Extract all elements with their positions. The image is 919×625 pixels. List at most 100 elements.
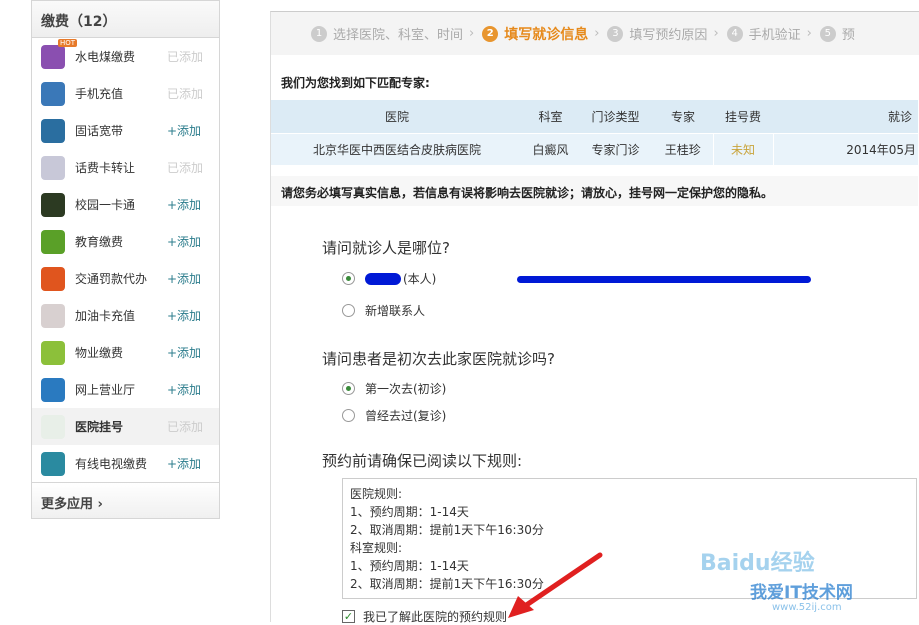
step-3: 3 填写预约原因 bbox=[607, 24, 707, 43]
sidebar-item[interactable]: HOT 水电煤缴费 已添加 bbox=[32, 38, 219, 75]
col-expert: 专家 bbox=[653, 100, 713, 133]
radio-first-visit[interactable]: 第一次去(初诊) bbox=[342, 380, 446, 397]
radio-self[interactable]: (本人) bbox=[342, 270, 436, 287]
sidebar-item-label: 加油卡充值 bbox=[75, 309, 136, 323]
sidebar-item[interactable]: 手机充值 已添加 bbox=[32, 75, 219, 112]
step-progress: 1 选择医院、科室、时间 › 2 填写就诊信息 › 3 填写预约原因 › 4 手机验证 › 5 预 bbox=[271, 12, 919, 55]
col-type: 门诊类型 bbox=[578, 100, 653, 133]
step-number: 4 bbox=[726, 25, 743, 42]
rules-heading: 预约前请确保已阅读以下规则: bbox=[322, 452, 523, 470]
sidebar-item[interactable]: 校园一卡通 +添加 bbox=[32, 186, 219, 223]
found-title: 我们为您找到如下匹配专家: bbox=[281, 76, 430, 90]
sidebar-item[interactable]: 交通罚款代办 +添加 bbox=[32, 260, 219, 297]
property-icon bbox=[41, 340, 65, 365]
radio-icon[interactable] bbox=[342, 304, 355, 317]
sidebar-item[interactable]: 网上营业厅 +添加 bbox=[32, 371, 219, 408]
col-department: 科室 bbox=[523, 100, 578, 133]
add-button[interactable]: +添加 bbox=[167, 122, 219, 139]
site-watermark: 我爱IT技术网 bbox=[750, 583, 853, 603]
chevron-right-icon: › bbox=[713, 26, 719, 41]
hospital-icon bbox=[41, 414, 65, 439]
new-contact-label: 新增联系人 bbox=[365, 304, 426, 318]
rule-line: 1、预约周期：1-14天 bbox=[350, 505, 469, 519]
step-number: 5 bbox=[819, 25, 836, 42]
payment-sidebar: 缴费（12） HOT 水电煤缴费 已添加 手机充值 已添加 固话宽带 +添加 话费卡转让 已添加… bbox=[31, 0, 220, 519]
add-button[interactable]: +添加 bbox=[167, 381, 219, 398]
sidebar-item[interactable]: 有线电视缴费 +添加 bbox=[32, 445, 219, 482]
add-button[interactable]: +添加 bbox=[167, 307, 219, 324]
tv-icon bbox=[41, 451, 65, 476]
table-row: 北京华医中西医结合皮肤病医院 白癜风 专家门诊 王桂珍 未知 2014年05月 bbox=[271, 132, 918, 165]
utilities-icon bbox=[41, 44, 65, 69]
redacted-info bbox=[517, 276, 811, 283]
sidebar-item[interactable]: 医院挂号 已添加 bbox=[32, 408, 219, 445]
sidebar-item[interactable]: 物业缴费 +添加 bbox=[32, 334, 219, 371]
step-1: 1 选择医院、科室、时间 bbox=[311, 24, 463, 43]
cell-type: 专家门诊 bbox=[578, 132, 653, 165]
radio-return-visit[interactable]: 曾经去过(复诊) bbox=[342, 407, 446, 424]
added-status: 已添加 bbox=[167, 161, 204, 175]
sidebar-item-label: 固话宽带 bbox=[75, 124, 124, 138]
question-patient: 请问就诊人是哪位? bbox=[322, 239, 450, 257]
mobile-phone-icon bbox=[41, 81, 65, 106]
agree-label: 我已了解此医院的预约规则 bbox=[363, 610, 508, 624]
campus-card-icon bbox=[41, 192, 65, 217]
add-button[interactable]: +添加 bbox=[167, 233, 219, 250]
chevron-right-icon: › bbox=[97, 497, 103, 512]
online-hall-icon bbox=[41, 377, 65, 402]
privacy-warning: 请您务必填写真实信息，若信息有误将影响去医院就诊；请放心，挂号网一定保护您的隐私… bbox=[271, 176, 918, 206]
step-number: 3 bbox=[607, 25, 624, 42]
sidebar-item[interactable]: 教育缴费 +添加 bbox=[32, 223, 219, 260]
chevron-right-icon: › bbox=[469, 26, 475, 41]
checkbox-checked-icon[interactable]: ✓ bbox=[342, 610, 355, 623]
add-button[interactable]: +添加 bbox=[167, 196, 219, 213]
sidebar-item-label: 校园一卡通 bbox=[75, 198, 136, 212]
first-visit-label: 第一次去(初诊) bbox=[365, 382, 447, 396]
add-button[interactable]: +添加 bbox=[167, 344, 219, 361]
fuel-card-icon bbox=[41, 303, 65, 328]
traffic-fine-icon bbox=[41, 266, 65, 291]
radio-selected-icon[interactable] bbox=[342, 272, 355, 285]
step-4: 4 手机验证 bbox=[726, 24, 801, 43]
added-status: 已添加 bbox=[167, 50, 204, 64]
add-button[interactable]: +添加 bbox=[167, 455, 219, 472]
sidebar-item-label: 交通罚款代办 bbox=[75, 272, 148, 286]
step-label: 选择医院、科室、时间 bbox=[333, 28, 464, 43]
sidebar-item-label: 水电煤缴费 bbox=[75, 50, 136, 64]
sidebar-item[interactable]: 话费卡转让 已添加 bbox=[32, 149, 219, 186]
cell-expert: 王桂珍 bbox=[653, 132, 713, 165]
question-first-visit: 请问患者是初次去此家医院就诊吗? bbox=[322, 350, 555, 368]
col-hospital: 医院 bbox=[271, 100, 523, 133]
rule-line: 科室规则: bbox=[350, 541, 403, 555]
agree-checkbox[interactable]: ✓ 我已了解此医院的预约规则 bbox=[342, 608, 507, 625]
step-number: 1 bbox=[311, 25, 327, 42]
cell-department: 白癜风 bbox=[523, 132, 578, 165]
radio-selected-icon[interactable] bbox=[342, 382, 355, 395]
step-label: 填写预约原因 bbox=[629, 28, 708, 43]
cell-date: 2014年05月 bbox=[773, 132, 918, 165]
radio-icon[interactable] bbox=[342, 409, 355, 422]
cell-hospital: 北京华医中西医结合皮肤病医院 bbox=[271, 132, 523, 165]
baidu-watermark: Baidu经验 bbox=[700, 551, 815, 576]
sidebar-title: 缴费（12） bbox=[32, 1, 219, 38]
sidebar-item[interactable]: 固话宽带 +添加 bbox=[32, 112, 219, 149]
step-2: 2 填写就诊信息 bbox=[482, 24, 588, 44]
radio-new-contact[interactable]: 新增联系人 bbox=[342, 302, 425, 319]
site-url-watermark: www.52ij.com bbox=[772, 602, 842, 613]
added-status: 已添加 bbox=[167, 420, 204, 434]
added-status: 已添加 bbox=[167, 87, 204, 101]
sidebar-item-label: 教育缴费 bbox=[75, 235, 124, 249]
sidebar-item-label: 手机充值 bbox=[75, 87, 124, 101]
hot-badge: HOT bbox=[58, 39, 78, 47]
expert-table: 医院 科室 门诊类型 专家 挂号费 就诊 北京华医中西医结合皮肤病医院 白癜风 … bbox=[271, 100, 918, 165]
more-apps-link[interactable]: 更多应用 › bbox=[32, 482, 219, 518]
step-label: 手机验证 bbox=[748, 28, 801, 43]
sidebar-item[interactable]: 加油卡充值 +添加 bbox=[32, 297, 219, 334]
step-label: 填写就诊信息 bbox=[504, 26, 589, 43]
col-fee: 挂号费 bbox=[713, 100, 773, 133]
add-button[interactable]: +添加 bbox=[167, 270, 219, 287]
chevron-right-icon: › bbox=[806, 26, 812, 41]
sidebar-item-label: 医院挂号 bbox=[75, 420, 124, 434]
sidebar-item-label: 有线电视缴费 bbox=[75, 457, 148, 471]
education-icon bbox=[41, 229, 65, 254]
